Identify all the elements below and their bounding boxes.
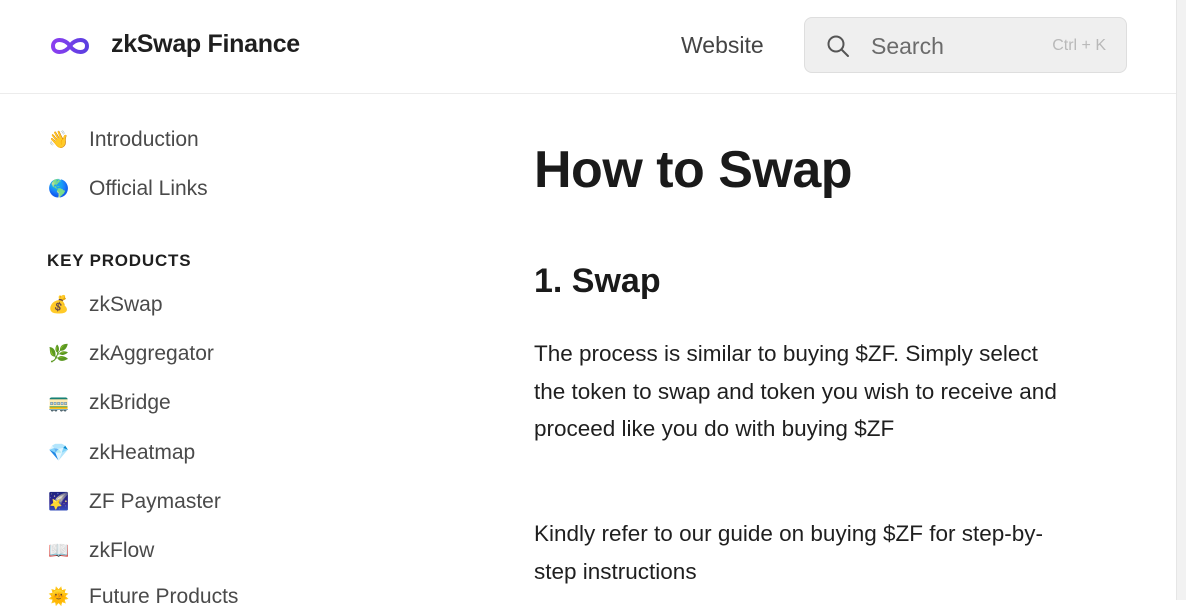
search-box[interactable]: Search Ctrl + K: [804, 17, 1127, 73]
sidebar-section-title: KEY PRODUCTS: [47, 251, 192, 270]
sidebar-item-zkflow[interactable]: 📖 zkFlow: [48, 536, 154, 566]
paragraph: The process is similar to buying $ZF. Si…: [534, 341, 1057, 441]
top-bar: zkSwap Finance Website Search Ctrl + K: [0, 0, 1176, 94]
website-link[interactable]: Website: [681, 32, 764, 59]
search-shortcut: Ctrl + K: [1052, 37, 1106, 54]
page-scrollbar[interactable]: [1176, 0, 1186, 600]
sun-icon: 🌞: [48, 587, 70, 607]
sidebar-item-label: zkBridge: [89, 391, 171, 414]
money-bag-icon: 💰: [48, 295, 70, 315]
waving-hand-icon: 👋: [48, 130, 70, 150]
section-heading: 1. Swap: [534, 262, 661, 300]
sidebar-item-future-products[interactable]: 🌞 Future Products: [48, 582, 238, 612]
sidebar-item-zkaggregator[interactable]: 🌿 zkAggregator: [48, 339, 214, 369]
sidebar-item-zkbridge[interactable]: 🚃 zkBridge: [48, 388, 171, 418]
sidebar-item-label: Official Links: [89, 177, 208, 200]
sidebar-item-zkheatmap[interactable]: 💎 zkHeatmap: [48, 438, 195, 468]
sidebar-item-label: ZF Paymaster: [89, 490, 221, 513]
brand-title[interactable]: zkSwap Finance: [111, 30, 300, 59]
sidebar-item-label: zkAggregator: [89, 342, 214, 365]
herb-icon: 🌿: [48, 344, 70, 364]
gem-icon: 💎: [48, 443, 70, 463]
paragraph: Kindly refer to our guide on buying $ZF …: [534, 521, 1044, 584]
sidebar-item-zf-paymaster[interactable]: 🌠 ZF Paymaster: [48, 487, 221, 517]
search-icon: [827, 35, 849, 57]
sidebar-item-official-links[interactable]: 🌎 Official Links: [48, 174, 208, 204]
shooting-star-icon: 🌠: [48, 492, 70, 512]
sidebar-item-label: zkHeatmap: [89, 441, 196, 464]
search-label: Search: [871, 33, 944, 59]
sidebar-item-label: zkFlow: [89, 539, 155, 562]
globe-icon: 🌎: [48, 179, 70, 199]
tram-icon: 🚃: [48, 393, 70, 413]
page-title: How to Swap: [534, 141, 853, 199]
sidebar-item-label: zkSwap: [89, 293, 163, 316]
sidebar-item-label: Introduction: [89, 128, 199, 151]
sidebar-item-label: Future Products: [89, 585, 239, 608]
sidebar-item-introduction[interactable]: 👋 Introduction: [48, 125, 199, 155]
sidebar: 👋 Introduction 🌎 Official Links KEY PROD…: [0, 94, 460, 608]
open-book-icon: 📖: [48, 541, 70, 561]
sidebar-item-zkswap[interactable]: 💰 zkSwap: [48, 290, 163, 320]
zkswap-logo-icon[interactable]: [48, 32, 92, 60]
